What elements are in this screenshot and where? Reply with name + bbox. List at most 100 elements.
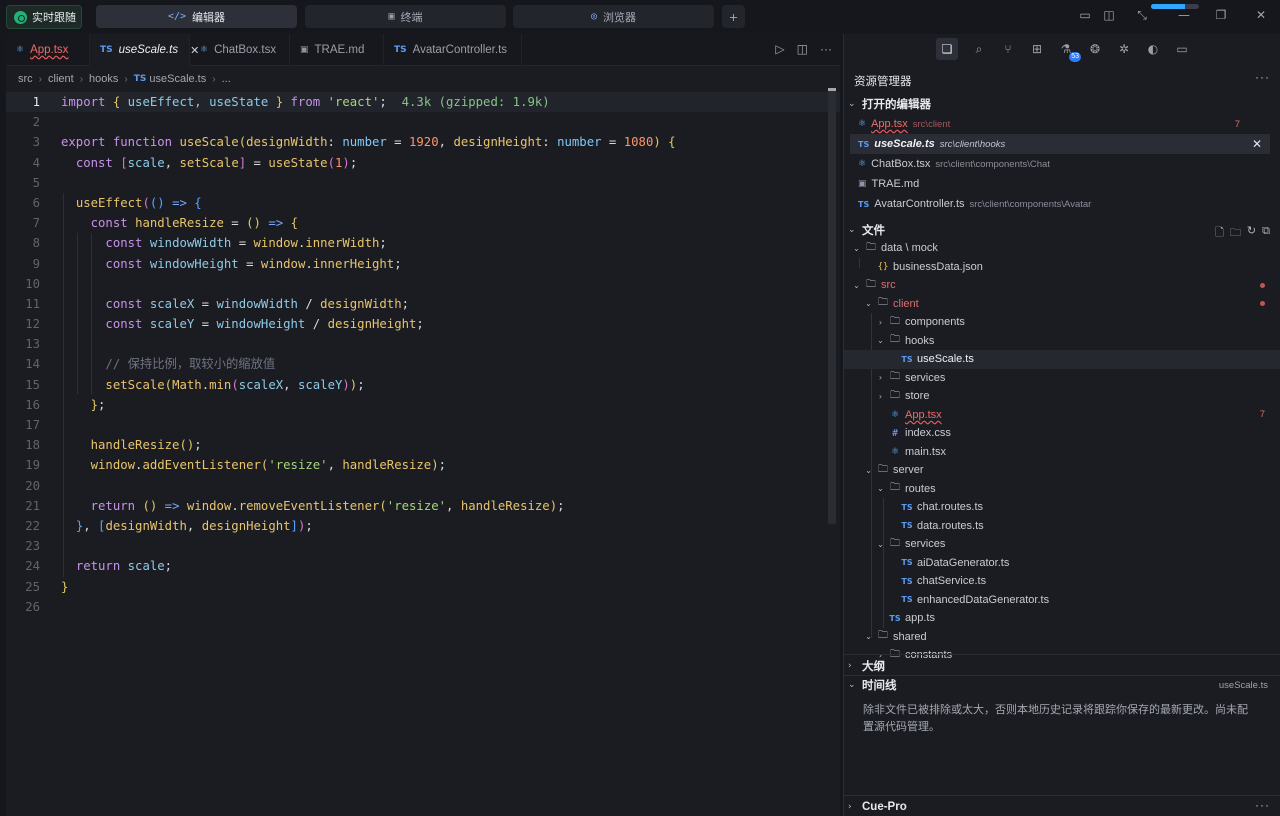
tree-folder[interactable]: ⌄ 🗀 src [844, 276, 1280, 295]
terminal-icon: ▣ [388, 11, 395, 22]
close-window-icon[interactable]: ✕ [1252, 8, 1270, 22]
live-follow-icon [14, 10, 27, 24]
restore-icon[interactable]: ❐ [1212, 8, 1230, 22]
preview-icon[interactable]: ▭ [1174, 41, 1190, 57]
open-editors-header[interactable]: ⌄ 打开的编辑器 [848, 95, 931, 113]
toggle-panel-icon[interactable]: ▭ [1076, 8, 1094, 22]
open-editor-item[interactable]: ⚛ ChatBox.tsx src\client\components\Chat [850, 154, 1270, 174]
code-line: 16 }; [25, 397, 106, 412]
editor-tab-app-tsx[interactable]: ⚛ App.tsx [6, 34, 90, 66]
editor-tab-avatarcontroller-ts[interactable]: TS AvatarController.ts [384, 34, 522, 66]
timeline-header[interactable]: ⌄ 时间线 [848, 676, 897, 694]
chevron-right-icon: › [878, 317, 883, 327]
tree-folder[interactable]: ⌄ 🗀 server [844, 461, 1280, 480]
more-icon[interactable]: ··· [1255, 798, 1270, 812]
typescript-icon: TS [133, 74, 147, 84]
search-icon[interactable]: ⌕ [971, 41, 987, 57]
tree-folder[interactable]: ⌄ 🗀 client [844, 295, 1280, 314]
tree-item-label: client [893, 297, 919, 310]
markdown-icon: ▣ [300, 45, 309, 55]
tree-folder[interactable]: › 🗀 services [844, 369, 1280, 388]
outline-header[interactable]: › 大纲 [848, 657, 885, 675]
tree-folder[interactable]: › 🗀 constants [844, 646, 1280, 665]
explorer-files-icon[interactable]: ❏ [936, 38, 958, 60]
tree-file[interactable]: TS app.ts [844, 609, 1280, 628]
mode-tab-editor[interactable]: </> 编辑器 [96, 5, 297, 28]
editor-tab-trae-md[interactable]: ▣ TRAE.md [290, 34, 384, 66]
open-editor-item[interactable]: ▣ TRAE.md [850, 174, 1270, 194]
breadcrumb-item[interactable]: client [48, 73, 74, 85]
folder-icon: 🗀 [890, 371, 900, 383]
tree-file[interactable]: TS chatService.ts [844, 572, 1280, 591]
tree-folder[interactable]: ⌄ 🗀 services [844, 535, 1280, 554]
code-area[interactable]: 1 import { useEffect, useState } from 're… [6, 92, 840, 617]
open-editor-item[interactable]: TS AvatarController.ts src\client\compon… [850, 194, 1270, 214]
breadcrumb-item[interactable]: ... [222, 73, 231, 85]
tree-folder[interactable]: › 🗀 components [844, 313, 1280, 332]
tree-file[interactable]: TS enhancedDataGenerator.ts [844, 591, 1280, 610]
files-header[interactable]: ⌄ 文件 [848, 221, 885, 239]
tree-file[interactable]: ⚛ main.tsx [844, 443, 1280, 462]
editor-tab-chatbox-tsx[interactable]: ⚛ ChatBox.tsx [190, 34, 290, 66]
tree-file[interactable]: TS data.routes.ts [844, 517, 1280, 536]
tree-file[interactable]: {} businessData.json [844, 258, 1280, 277]
code-line: 14 // 保持比例，取较小的缩放值 [25, 357, 276, 372]
tree-item-label: hooks [905, 334, 935, 347]
collapse-icon[interactable]: ⤡ [1133, 8, 1151, 23]
source-control-icon[interactable]: ⑂ [1000, 41, 1016, 57]
split-editor-icon[interactable]: ◫ [797, 42, 808, 56]
tree-folder[interactable]: ⌄ 🗀 hooks [844, 332, 1280, 351]
open-editor-item[interactable]: TS useScale.ts src\client\hooks ✕ [850, 134, 1270, 154]
tree-file[interactable]: TS aiDataGenerator.ts [844, 554, 1280, 573]
tree-folder[interactable]: ⌄ 🗀 routes [844, 480, 1280, 499]
tree-folder[interactable]: ⌄ 🗀 shared [844, 628, 1280, 647]
chevron-down-icon: ⌄ [877, 484, 884, 494]
run-icon[interactable]: ▷ [775, 42, 784, 56]
mode-tab-browser[interactable]: ◎ 浏览器 [513, 5, 714, 28]
cue-pro-header[interactable]: › Cue-Pro [848, 798, 907, 816]
breadcrumb-item[interactable]: src [18, 73, 33, 85]
chevron-right-icon: › [848, 661, 852, 671]
breadcrumb-item[interactable]: useScale.ts [149, 73, 206, 85]
folder-icon: 🗀 [866, 241, 876, 253]
open-editor-name: ChatBox.tsx [871, 158, 931, 170]
react-icon: ⚛ [858, 159, 867, 169]
testing-icon[interactable]: ⚗ 53 [1058, 41, 1081, 62]
open-editor-item[interactable]: ⚛ App.tsx src\client 7 [850, 114, 1270, 134]
code-line: 12 const scaleY = windowHeight / designH… [25, 317, 424, 332]
chevron-down-icon: ⌄ [865, 465, 872, 475]
code-line: 17 [25, 418, 40, 432]
add-tab-button[interactable]: + [722, 5, 745, 28]
more-icon[interactable]: ··· [1255, 70, 1270, 84]
toggle-sidebar-icon[interactable]: ◫ [1100, 8, 1118, 22]
typescript-icon: TS [901, 576, 913, 586]
remote-icon[interactable]: ❂ [1087, 41, 1103, 57]
extensions-icon[interactable]: ⊞ [1029, 41, 1045, 57]
open-editor-path: src\client [912, 118, 951, 130]
tree-folder[interactable]: › 🗀 store [844, 387, 1280, 406]
tree-item-label: data.routes.ts [917, 519, 984, 532]
debug-icon[interactable]: ✲ [1116, 41, 1132, 57]
editor-tab-usescale-ts[interactable]: TS useScale.ts ✕ [90, 34, 199, 66]
minimize-icon[interactable]: — [1175, 8, 1193, 22]
tree-file[interactable]: TS useScale.ts [844, 350, 1280, 369]
mode-tab-terminal[interactable]: ▣ 终端 [305, 5, 506, 28]
tree-folder[interactable]: ⌄ 🗀 data \ mock [844, 239, 1280, 258]
tree-file[interactable]: # index.css [844, 424, 1280, 443]
editor: ⚛ App.tsx TS useScale.ts ✕ ⚛ ChatBox.tsx… [6, 34, 840, 816]
tree-item-label: main.tsx [905, 445, 946, 458]
editor-scrollbar[interactable] [828, 88, 836, 524]
explorer-panel: ❏ ⌕ ⑂ ⊞ ⚗ 53 ❂ ✲ ◐ ▭ 资源管理器 ··· ⌄ 打开的编辑器 ⚛… [843, 34, 1280, 816]
git-graph-icon[interactable]: ◐ [1145, 41, 1161, 57]
close-editor-icon[interactable]: ✕ [1252, 137, 1262, 151]
tree-file[interactable]: TS chat.routes.ts [844, 498, 1280, 517]
section-title: 打开的编辑器 [862, 99, 931, 111]
tree-item-label: app.ts [905, 612, 935, 625]
live-follow-button[interactable]: 实时跟随 [6, 5, 82, 29]
code-line: 5 [32, 175, 40, 190]
more-actions-icon[interactable]: ··· [820, 42, 832, 56]
tree-file[interactable]: ⚛ App.tsx 7 [844, 406, 1280, 425]
section-divider [844, 654, 1280, 655]
chevron-right-icon: › [212, 73, 216, 85]
breadcrumb-item[interactable]: hooks [89, 73, 118, 85]
